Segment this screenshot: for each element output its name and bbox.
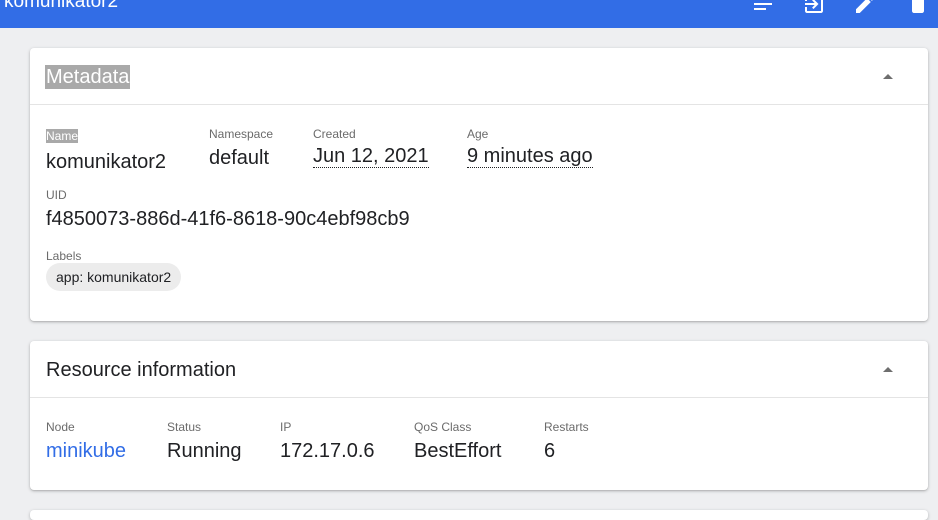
node-link[interactable]: minikube <box>46 439 126 463</box>
name-label: Name <box>46 129 79 143</box>
namespace-field: Namespace default <box>209 127 273 170</box>
resource-card: Resource information Node minikube Statu… <box>30 341 928 490</box>
age-field: Age 9 minutes ago <box>467 127 593 168</box>
qos-label: QoS Class <box>414 420 472 434</box>
label-chip: app: komunikator2 <box>46 263 182 291</box>
namespace-label: Namespace <box>209 127 274 141</box>
status-label: Status <box>167 420 202 434</box>
logs-icon[interactable] <box>751 0 775 16</box>
qos-value: BestEffort <box>414 440 502 462</box>
node-field: Node minikube <box>46 420 126 463</box>
status-field: Status Running <box>167 420 242 463</box>
labels-field: Labels <box>46 249 81 263</box>
exec-icon[interactable] <box>802 0 826 16</box>
ip-label: IP <box>280 420 292 434</box>
ip-value: 172.17.0.6 <box>280 440 375 462</box>
uid-value: f4850073-886d-41f6-8618-90c4ebf98cb9 <box>46 208 410 230</box>
metadata-title: Metadata <box>45 65 131 89</box>
uid-label: UID <box>46 188 67 202</box>
age-value: 9 minutes ago <box>467 145 593 168</box>
node-label: Node <box>46 420 75 434</box>
created-value: Jun 12, 2021 <box>313 145 429 168</box>
resource-card-header[interactable]: Resource information <box>30 341 928 398</box>
qos-field: QoS Class BestEffort <box>414 420 501 463</box>
collapse-icon[interactable] <box>880 70 896 82</box>
collapse-icon[interactable] <box>880 363 896 375</box>
age-label: Age <box>467 127 489 141</box>
next-card <box>30 510 928 520</box>
status-value: Running <box>167 440 242 462</box>
resource-title: Resource information <box>46 359 237 381</box>
created-label: Created <box>313 127 356 141</box>
top-toolbar: komunikator2 <box>0 0 938 28</box>
uid-field: UID f4850073-886d-41f6-8618-90c4ebf98cb9 <box>46 188 410 231</box>
created-field: Created Jun 12, 2021 <box>313 127 429 168</box>
edit-icon[interactable] <box>853 0 877 16</box>
name-field: Name komunikator2 <box>46 127 166 174</box>
restarts-field: Restarts 6 <box>544 420 589 463</box>
labels-label: Labels <box>46 249 82 263</box>
restarts-value: 6 <box>544 440 556 462</box>
ip-field: IP 172.17.0.6 <box>280 420 375 463</box>
delete-icon[interactable] <box>906 0 930 16</box>
restarts-label: Restarts <box>544 420 589 434</box>
namespace-value: default <box>209 147 270 169</box>
metadata-card: Metadata Name komunikator2 Namespace def… <box>30 48 928 321</box>
metadata-card-header[interactable]: Metadata <box>30 48 928 105</box>
page-title: komunikator2 <box>4 0 119 12</box>
name-value: komunikator2 <box>46 151 167 173</box>
